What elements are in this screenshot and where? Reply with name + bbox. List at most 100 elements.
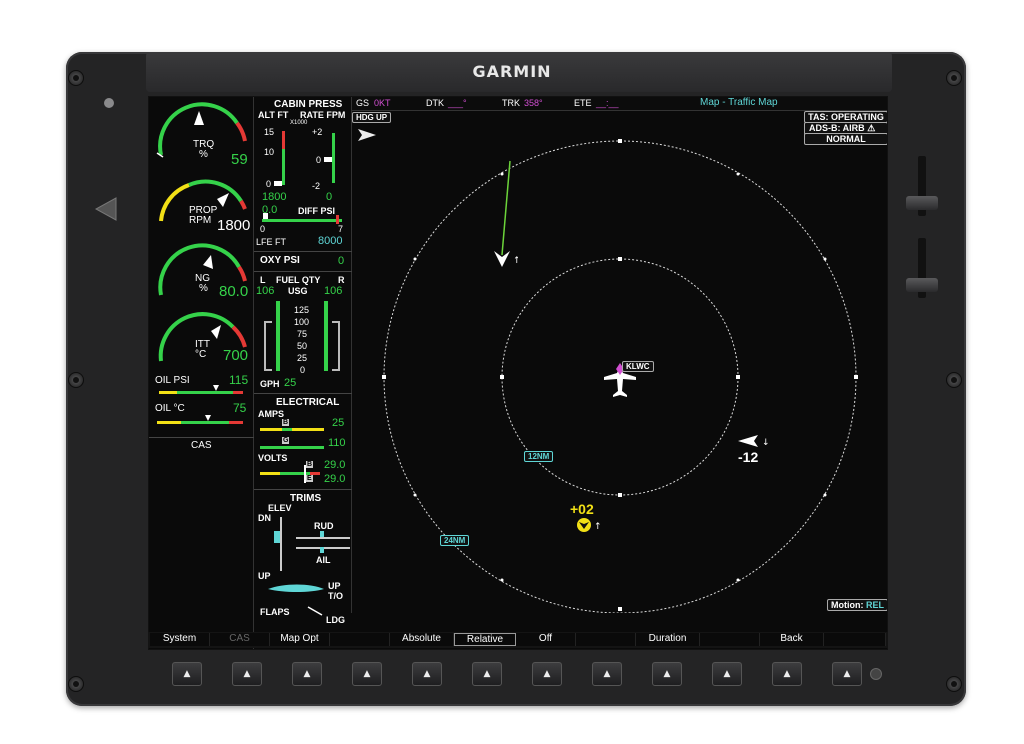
- softkey-label-empty: [824, 633, 886, 646]
- volts-bar: [260, 465, 320, 483]
- rate-scale-minus2: -2: [312, 181, 321, 191]
- divider: [149, 437, 254, 438]
- fuel-scale-100: 100: [294, 317, 310, 327]
- antenna-icon: ⚠: [867, 123, 876, 133]
- rate-fpm-label: RATE FPM: [300, 110, 346, 120]
- dtk-value: ___°: [448, 98, 467, 108]
- prop-value: 1800: [217, 217, 251, 234]
- softkey-button-7[interactable]: ▲: [532, 662, 562, 686]
- softkey-button-10[interactable]: ▲: [712, 662, 742, 686]
- motion-indicator[interactable]: Motion: REL: [827, 599, 887, 611]
- fuel-unit: USG: [288, 286, 308, 296]
- softkey-label-off: Off: [516, 633, 576, 646]
- prop-unit: RPM: [189, 215, 212, 226]
- softkey-label-map-opt: Map Opt: [270, 633, 330, 646]
- alt-ft-label: ALT FT: [258, 110, 289, 120]
- softkey-button-9[interactable]: ▲: [652, 662, 682, 686]
- elev-dn-label: DN: [258, 513, 271, 523]
- softkey-label-duration: Duration: [636, 633, 700, 646]
- gph-label: GPH: [260, 379, 280, 389]
- amps-g-tag: G: [282, 437, 290, 444]
- fuel-scale-25: 25: [297, 353, 308, 363]
- fuel-right-label: R: [338, 275, 345, 285]
- softkey-button-2[interactable]: ▲: [232, 662, 262, 686]
- divider: [254, 251, 352, 252]
- lower-rocker-knob[interactable]: [906, 278, 938, 292]
- softkey-button-1[interactable]: ▲: [172, 662, 202, 686]
- diff-psi-pointer: [263, 213, 268, 219]
- volts-e-tag: E: [306, 475, 313, 482]
- flaps-indicator-icon: [307, 606, 323, 616]
- screw-icon: [68, 70, 84, 86]
- cabin-alt-value: 1800: [262, 191, 287, 203]
- inner-ring-label: 12NM: [524, 451, 554, 462]
- oil-psi-bar: [159, 385, 243, 394]
- fuel-scale-75: 75: [297, 329, 308, 339]
- takeoff-label: T/O: [328, 591, 343, 601]
- screw-icon: [68, 676, 84, 692]
- softkey-button-8[interactable]: ▲: [592, 662, 622, 686]
- softkey-label-empty: [576, 633, 636, 646]
- gs-label: GS: [356, 98, 370, 108]
- amps-label: AMPS: [258, 409, 285, 419]
- fuel-scale-50: 50: [297, 341, 308, 351]
- diff-psi-max: 7: [338, 224, 344, 234]
- ownship-label: KLWC: [622, 361, 654, 372]
- traffic-1-altitude: -12: [738, 449, 759, 465]
- upper-rocker-knob[interactable]: [906, 196, 938, 210]
- rud-trim-scale: [296, 537, 350, 539]
- oil-temp-value: 75: [233, 401, 247, 415]
- adsb-status-text: ADS-B: AIRB: [809, 123, 865, 133]
- amps-g-value: 110: [328, 437, 346, 449]
- fuel-right-value: 106: [324, 285, 343, 297]
- amps-b-bar: [260, 428, 324, 431]
- cabin-rate-value: 0: [326, 191, 333, 203]
- brand-logo: GARMIN: [472, 62, 552, 81]
- elev-trim-pointer: [274, 531, 280, 543]
- softkey-label-empty: [700, 633, 760, 646]
- fuel-right-bar: [324, 301, 328, 371]
- traffic-map[interactable]: HDG UP TAS: OPERATING ADS-B: AIRB ⚠ NORM…: [352, 111, 887, 613]
- amps-b-tag: B: [282, 419, 290, 426]
- ng-unit: %: [199, 283, 208, 294]
- screw-icon: [946, 676, 962, 692]
- softkey-button-11[interactable]: ▲: [772, 662, 802, 686]
- page-title: Map - Traffic Map: [700, 97, 778, 108]
- softkey-button-3[interactable]: ▲: [292, 662, 322, 686]
- softkey-label-relative: Relative: [454, 633, 516, 646]
- trims-title: TRIMS: [290, 493, 322, 504]
- elev-up-label: UP: [258, 571, 271, 581]
- ldg-label: LDG: [326, 615, 345, 625]
- ail-label: AIL: [316, 555, 331, 565]
- diff-psi-min: 0: [260, 224, 266, 234]
- outer-ring-label: 24NM: [440, 535, 470, 546]
- amps-g-bar: [260, 446, 324, 449]
- traffic-rings: [382, 139, 858, 613]
- fuel-qty-title: FUEL QTY: [276, 275, 321, 285]
- left-arrow-knob-icon[interactable]: [94, 196, 118, 222]
- screw-icon: [946, 372, 962, 388]
- volts-b-tag: B: [306, 461, 314, 468]
- softkey-button-12[interactable]: ▲: [832, 662, 862, 686]
- screw-icon: [946, 70, 962, 86]
- softkey-button-4[interactable]: ▲: [352, 662, 382, 686]
- alt-scale-10: 10: [264, 147, 275, 157]
- oil-temp-label: OIL °C: [155, 403, 185, 414]
- gph-value: 25: [284, 377, 297, 389]
- orientation-label[interactable]: HDG UP: [352, 112, 392, 123]
- fuel-left-bracket: [264, 321, 272, 371]
- x1000-label: X1000: [290, 120, 308, 126]
- softkey-button-5[interactable]: ▲: [412, 662, 442, 686]
- divider: [254, 393, 352, 394]
- motion-value: REL: [866, 600, 884, 610]
- elev-label: ELEV: [268, 503, 292, 513]
- ete-value: __:__: [596, 98, 619, 108]
- softkey-button-6[interactable]: ▲: [472, 662, 502, 686]
- oil-temp-bar: [157, 415, 243, 424]
- engine-indication-panel: TRQ % 59 PROP RPM 1800 NG % 80.0 ITT °C …: [149, 97, 254, 649]
- softkey-label-system: System: [150, 633, 210, 646]
- traffic-2-altitude: +02: [570, 501, 594, 517]
- alt-scale-0: 0: [266, 179, 272, 189]
- mode-status: NORMAL: [804, 133, 887, 145]
- oxy-label: OXY PSI: [260, 255, 300, 266]
